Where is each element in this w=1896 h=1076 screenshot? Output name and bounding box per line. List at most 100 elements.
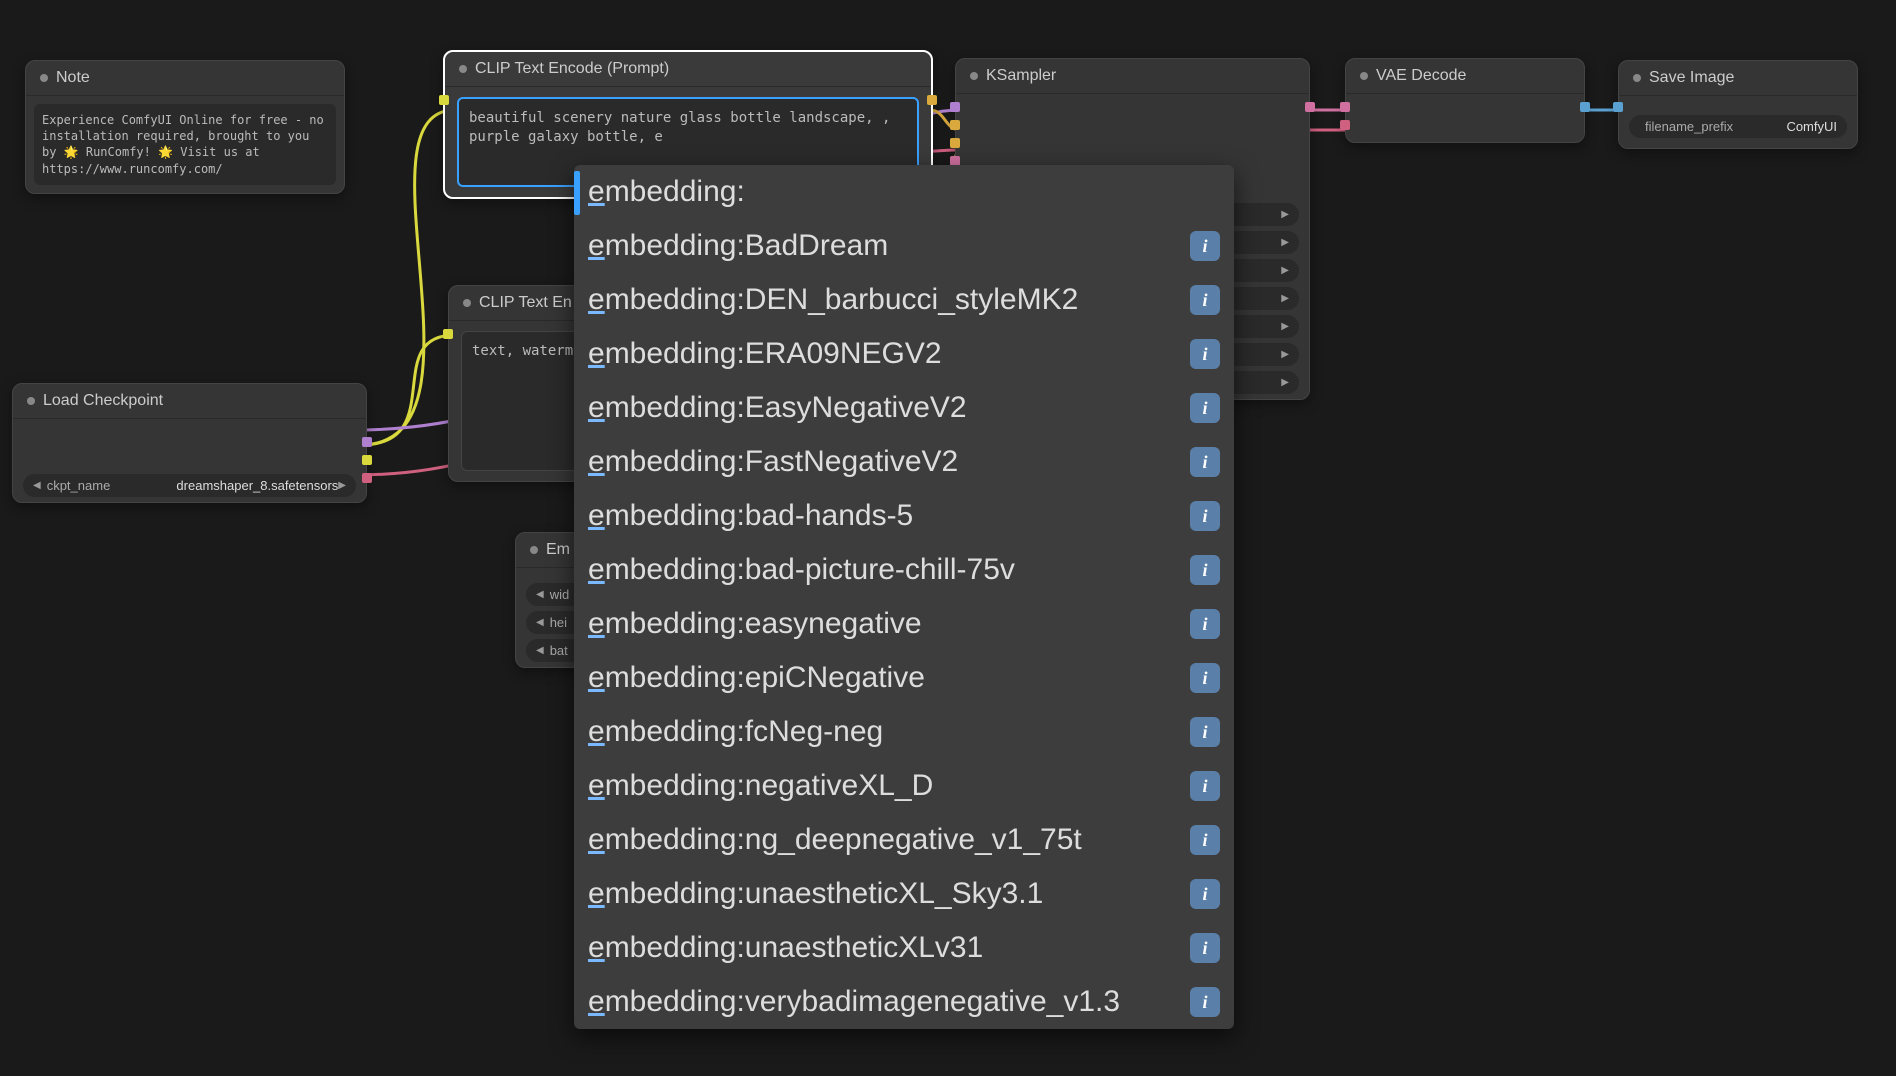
autocomplete-item-label: embedding:verybadimagenegative_v1.3 [588,985,1120,1019]
port-negative-in[interactable] [950,138,960,148]
autocomplete-item[interactable]: embedding:ng_deepnegative_v1_75t i [574,813,1234,867]
node-header[interactable]: Save Image [1619,61,1857,96]
node-note[interactable]: Note Experience ComfyUI Online for free … [25,60,345,194]
param-value: ComfyUI [1786,119,1837,134]
ckpt-name-widget[interactable]: ◀ ckpt_name dreamshaper_8.safetensors ▶ [23,474,356,497]
node-title: Note [56,69,90,87]
info-icon[interactable]: i [1190,339,1220,369]
port-clip-out[interactable] [362,455,372,465]
note-text[interactable]: Experience ComfyUI Online for free - no … [42,112,328,177]
chevron-right-icon[interactable]: ▶ [1281,265,1289,276]
node-title: Em [546,541,570,559]
param-label: ckpt_name [47,478,171,493]
collapse-dot-icon [463,299,471,307]
autocomplete-item[interactable]: embedding:epiCNegativei [574,651,1234,705]
chevron-right-icon[interactable]: ▶ [1281,209,1289,220]
autocomplete-item[interactable]: embedding:DEN_barbucci_styleMK2 i [574,273,1234,327]
autocomplete-item-label: embedding:DEN_barbucci_styleMK2 [588,283,1078,317]
autocomplete-item[interactable]: embedding:negativeXL_Di [574,759,1234,813]
port-model-in[interactable] [950,102,960,112]
port-model-out[interactable] [362,437,372,447]
autocomplete-item-label: embedding:ng_deepnegative_v1_75t [588,823,1082,857]
node-title: CLIP Text En [479,294,572,312]
chevron-left-icon[interactable]: ◀ [536,645,544,656]
autocomplete-item-label: embedding:bad-picture-chill-75v [588,553,1015,587]
port-samples-in[interactable] [1340,102,1350,112]
info-icon[interactable]: i [1190,231,1220,261]
node-graph-canvas[interactable]: Note Experience ComfyUI Online for free … [0,0,1896,1076]
autocomplete-item-label: embedding:FastNegativeV2 [588,445,958,479]
node-load-checkpoint[interactable]: Load Checkpoint ◀ ckpt_name dreamshaper_… [12,383,367,503]
node-title: Save Image [1649,69,1734,87]
info-icon[interactable]: i [1190,447,1220,477]
port-vae-in[interactable] [1340,120,1350,130]
node-header[interactable]: KSampler [956,59,1309,94]
chevron-left-icon[interactable]: ◀ [536,617,544,628]
autocomplete-item[interactable]: embedding:FastNegativeV2 i [574,435,1234,489]
autocomplete-item[interactable]: embedding:BadDream i [574,219,1234,273]
node-header[interactable]: Load Checkpoint [13,384,366,419]
chevron-right-icon[interactable]: ▶ [1281,321,1289,332]
autocomplete-item-label: embedding:unaestheticXL_Sky3.1 [588,877,1043,911]
collapse-dot-icon [40,74,48,82]
port-images-in[interactable] [1613,102,1623,112]
autocomplete-item-label: embedding:easynegative [588,607,922,641]
info-icon[interactable]: i [1190,825,1220,855]
autocomplete-item-label: embedding: [588,175,745,209]
autocomplete-item[interactable]: embedding:bad-picture-chill-75v i [574,543,1234,597]
filename-prefix-widget[interactable]: filename_prefix ComfyUI [1629,115,1847,138]
info-icon[interactable]: i [1190,771,1220,801]
chevron-left-icon[interactable]: ◀ [33,480,41,491]
node-header[interactable]: CLIP Text Encode (Prompt) [445,52,931,87]
info-icon[interactable]: i [1190,879,1220,909]
collapse-dot-icon [530,546,538,554]
autocomplete-item[interactable]: embedding:unaestheticXLv31 i [574,921,1234,975]
autocomplete-item-label: embedding:ERA09NEGV2 [588,337,942,371]
collapse-dot-icon [1360,72,1368,80]
chevron-right-icon[interactable]: ▶ [1281,349,1289,360]
node-vae-decode[interactable]: VAE Decode [1345,58,1585,143]
collapse-dot-icon [970,72,978,80]
autocomplete-item[interactable]: embedding:easynegative i [574,597,1234,651]
text-cursor [574,171,580,215]
node-title: Load Checkpoint [43,392,163,410]
info-icon[interactable]: i [1190,285,1220,315]
autocomplete-item-label: embedding:EasyNegativeV2 [588,391,967,425]
autocomplete-item[interactable]: embedding:EasyNegativeV2 i [574,381,1234,435]
node-title: CLIP Text Encode (Prompt) [475,60,669,78]
autocomplete-item[interactable]: embedding:fcNeg-negi [574,705,1234,759]
chevron-left-icon[interactable]: ◀ [536,589,544,600]
param-label: filename_prefix [1645,119,1780,134]
node-header[interactable]: Note [26,61,344,96]
embedding-autocomplete-dropdown[interactable]: embedding:embedding:BadDreamiembedding:D… [574,165,1234,1029]
chevron-right-icon[interactable]: ▶ [1281,237,1289,248]
info-icon[interactable]: i [1190,663,1220,693]
autocomplete-item-label: embedding:bad-hands-5 [588,499,913,533]
autocomplete-item[interactable]: embedding: [574,165,1234,219]
autocomplete-item-label: embedding:BadDream [588,229,888,263]
info-icon[interactable]: i [1190,501,1220,531]
info-icon[interactable]: i [1190,393,1220,423]
autocomplete-item-label: embedding:unaestheticXLv31 [588,931,983,965]
collapse-dot-icon [27,397,35,405]
autocomplete-item[interactable]: embedding:bad-hands-5 i [574,489,1234,543]
info-icon[interactable]: i [1190,717,1220,747]
autocomplete-item[interactable]: embedding:ERA09NEGV2 i [574,327,1234,381]
info-icon[interactable]: i [1190,609,1220,639]
chevron-right-icon[interactable]: ▶ [1281,293,1289,304]
port-latent-out[interactable] [1305,102,1315,112]
param-value: dreamshaper_8.safetensors [176,478,338,493]
port-vae-out[interactable] [362,473,372,483]
collapse-dot-icon [1633,74,1641,82]
info-icon[interactable]: i [1190,555,1220,585]
chevron-right-icon[interactable]: ▶ [338,480,346,491]
info-icon[interactable]: i [1190,933,1220,963]
info-icon[interactable]: i [1190,987,1220,1017]
node-save-image[interactable]: Save Image filename_prefix ComfyUI [1618,60,1858,149]
autocomplete-item[interactable]: embedding:unaestheticXL_Sky3.1 i [574,867,1234,921]
chevron-right-icon[interactable]: ▶ [1281,377,1289,388]
node-header[interactable]: VAE Decode [1346,59,1584,94]
port-positive-in[interactable] [950,120,960,130]
autocomplete-item[interactable]: embedding:verybadimagenegative_v1.3 i [574,975,1234,1029]
port-image-out[interactable] [1580,102,1590,112]
